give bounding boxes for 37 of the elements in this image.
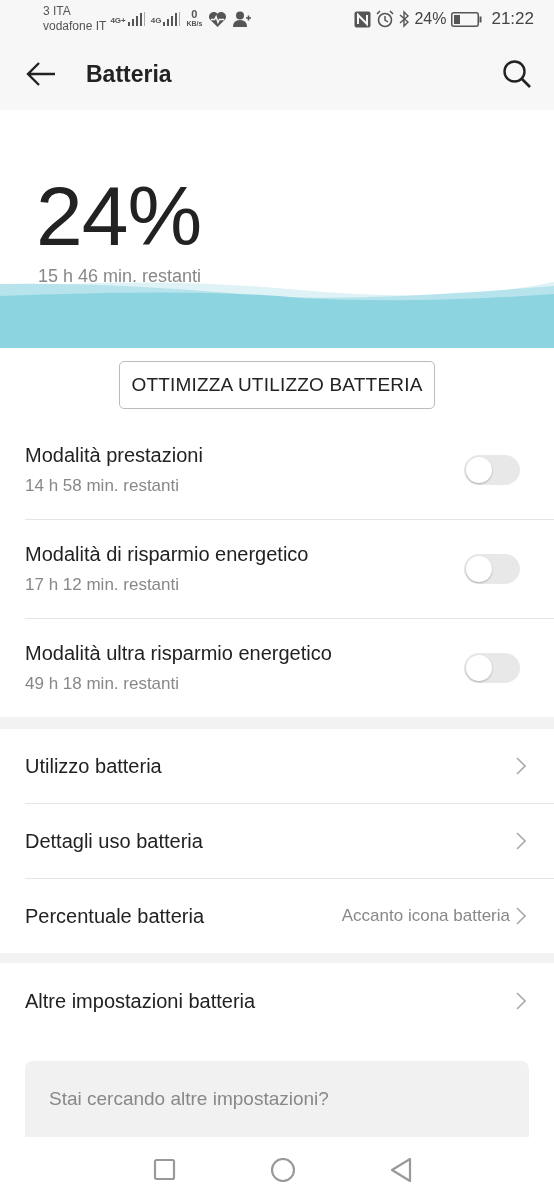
remaining-time: 17 h 12 min. restanti <box>25 575 181 595</box>
signal-icon <box>162 12 181 26</box>
item-label: Utilizzo batteria <box>25 754 163 778</box>
mode-label: Modalità prestazioni <box>25 444 204 467</box>
battery-percentage: 24% <box>414 10 447 28</box>
home-button[interactable] <box>271 1158 295 1182</box>
battery-icon <box>451 11 483 27</box>
network-type: 4G <box>150 16 162 25</box>
remaining-time: 15 h 46 min. restanti <box>38 266 202 287</box>
signal-icon <box>126 12 145 26</box>
mode-label: Modalità di risparmio energetico <box>25 543 310 566</box>
clock-time: 21:22 <box>491 9 534 29</box>
settings-item[interactable]: Dettagli uso batteria <box>25 804 554 879</box>
item-label: Dettagli uso batteria <box>25 829 204 853</box>
carrier-name: 3 ITA <box>43 4 72 19</box>
recents-button[interactable] <box>153 1158 177 1182</box>
screen-title: Batteria <box>86 60 173 88</box>
item-value: Accanto icona batteria <box>341 906 510 926</box>
network-type: 4G+ <box>110 16 126 25</box>
settings-item[interactable]: Altre impostazioni batteria <box>25 963 554 1039</box>
item-label: Altre impostazioni batteria <box>25 989 257 1013</box>
back-button[interactable] <box>26 61 56 87</box>
bluetooth-icon <box>399 10 410 28</box>
mode-label: Modalità ultra risparmio energetico <box>25 642 333 665</box>
settings-item[interactable]: Percentuale batteria Accanto icona batteria <box>25 879 554 953</box>
remaining-time: 49 h 18 min. restanti <box>25 674 181 694</box>
carrier-name: vodafone IT <box>43 19 107 34</box>
search-button[interactable] <box>502 59 532 89</box>
heart-icon <box>208 10 228 28</box>
nfc-icon <box>354 10 372 28</box>
settings-item[interactable]: Utilizzo batteria <box>25 729 554 804</box>
data-rate: 0 <box>191 10 198 19</box>
add-person-icon <box>233 11 252 27</box>
remaining-time: 14 h 58 min. restanti <box>25 476 181 496</box>
item-label: Percentuale batteria <box>25 904 205 928</box>
alarm-icon <box>376 10 395 28</box>
battery-percentage: 24% <box>36 174 202 258</box>
